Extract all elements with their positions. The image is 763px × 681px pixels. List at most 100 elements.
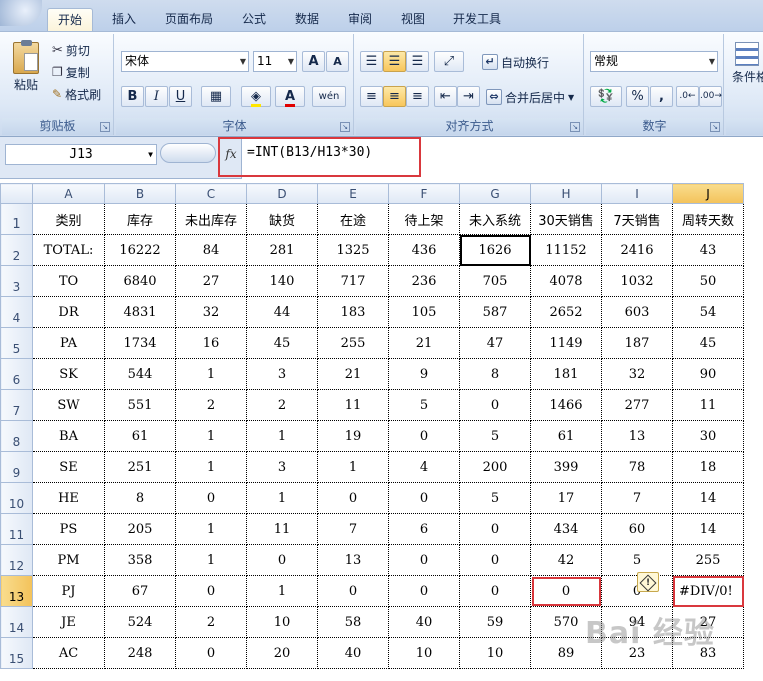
- data-cell[interactable]: 32: [601, 358, 673, 390]
- data-cell[interactable]: 544: [104, 358, 176, 390]
- row-header-13[interactable]: 13: [0, 575, 33, 607]
- data-cell[interactable]: 40: [388, 606, 460, 638]
- column-header-f[interactable]: F: [388, 183, 460, 204]
- shrink-font-button[interactable]: A: [326, 51, 349, 72]
- data-cell[interactable]: 1: [175, 544, 247, 576]
- column-header-c[interactable]: C: [175, 183, 247, 204]
- column-header-e[interactable]: E: [317, 183, 389, 204]
- row-header-14[interactable]: 14: [0, 606, 33, 638]
- data-cell[interactable]: 4831: [104, 296, 176, 328]
- font-launcher-icon[interactable]: ↘: [340, 122, 350, 132]
- increase-decimal-button[interactable]: .0←: [676, 86, 699, 107]
- fill-color-button[interactable]: ◈: [241, 86, 271, 107]
- error-smart-tag[interactable]: !: [637, 572, 659, 592]
- column-title-cell[interactable]: 库存: [104, 203, 176, 235]
- data-cell[interactable]: 1: [317, 451, 389, 483]
- data-cell[interactable]: 5: [601, 544, 673, 576]
- column-title-cell[interactable]: 周转天数: [672, 203, 744, 235]
- data-cell[interactable]: 248: [104, 637, 176, 669]
- borders-button[interactable]: ▦: [201, 86, 231, 107]
- data-cell[interactable]: 0: [388, 544, 460, 576]
- data-cell[interactable]: 0: [459, 389, 531, 421]
- tab-formulas[interactable]: 公式: [232, 8, 276, 31]
- data-cell[interactable]: 21: [317, 358, 389, 390]
- data-cell[interactable]: 4078: [530, 265, 602, 297]
- data-cell[interactable]: 0: [388, 482, 460, 514]
- data-cell[interactable]: 1: [175, 358, 247, 390]
- data-cell[interactable]: JE: [32, 606, 105, 638]
- name-box[interactable]: J13 ▼: [5, 144, 157, 165]
- tab-insert[interactable]: 插入: [100, 8, 148, 31]
- data-cell[interactable]: 1: [246, 420, 318, 452]
- row-header-6[interactable]: 6: [0, 358, 33, 390]
- column-title-cell[interactable]: 7天销售: [601, 203, 673, 235]
- data-cell[interactable]: 1: [175, 513, 247, 545]
- underline-button[interactable]: U: [169, 86, 192, 107]
- column-header-g[interactable]: G: [459, 183, 531, 204]
- grow-font-button[interactable]: A: [302, 51, 325, 72]
- format-painter-button[interactable]: ✎ 格式刷: [52, 84, 101, 104]
- office-button[interactable]: [0, 0, 42, 26]
- increase-indent-button[interactable]: ⇥: [457, 86, 480, 107]
- data-cell[interactable]: 1: [246, 482, 318, 514]
- bold-button[interactable]: B: [121, 86, 144, 107]
- data-cell[interactable]: 42: [530, 544, 602, 576]
- data-cell[interactable]: 20: [246, 637, 318, 669]
- italic-button[interactable]: I: [145, 86, 168, 107]
- data-cell[interactable]: PA: [32, 327, 105, 359]
- row-header-3[interactable]: 3: [0, 265, 33, 297]
- row-header-1[interactable]: 1: [0, 203, 33, 235]
- data-cell[interactable]: 399: [530, 451, 602, 483]
- data-cell[interactable]: 10: [246, 606, 318, 638]
- row-header-8[interactable]: 8: [0, 420, 33, 452]
- data-cell[interactable]: 1: [246, 575, 318, 607]
- data-cell[interactable]: 436: [388, 234, 460, 266]
- row-header-5[interactable]: 5: [0, 327, 33, 359]
- data-cell[interactable]: 45: [246, 327, 318, 359]
- data-cell[interactable]: 524: [104, 606, 176, 638]
- alignment-launcher-icon[interactable]: ↘: [570, 122, 580, 132]
- data-cell[interactable]: 2652: [530, 296, 602, 328]
- data-cell[interactable]: 0: [459, 575, 531, 607]
- data-cell[interactable]: 5: [459, 482, 531, 514]
- data-cell[interactable]: 6: [388, 513, 460, 545]
- column-title-cell[interactable]: 30天销售: [530, 203, 602, 235]
- tab-view[interactable]: 视图: [390, 8, 436, 31]
- data-cell[interactable]: 1032: [601, 265, 673, 297]
- row-header-11[interactable]: 11: [0, 513, 33, 545]
- data-cell[interactable]: 1466: [530, 389, 602, 421]
- data-cell[interactable]: 43: [672, 234, 744, 266]
- data-cell[interactable]: 67: [104, 575, 176, 607]
- column-header-d[interactable]: D: [246, 183, 318, 204]
- data-cell[interactable]: 50: [672, 265, 744, 297]
- column-title-cell[interactable]: 类别: [32, 203, 105, 235]
- data-cell[interactable]: 59: [459, 606, 531, 638]
- column-title-cell[interactable]: 待上架: [388, 203, 460, 235]
- data-cell[interactable]: 181: [530, 358, 602, 390]
- data-cell[interactable]: #DIV/0!: [672, 575, 744, 607]
- data-cell[interactable]: HE: [32, 482, 105, 514]
- font-name-combo[interactable]: 宋体 ▼: [121, 51, 249, 72]
- data-cell[interactable]: 54: [672, 296, 744, 328]
- row-header-4[interactable]: 4: [0, 296, 33, 328]
- data-cell[interactable]: 1149: [530, 327, 602, 359]
- column-header-j[interactable]: J: [672, 183, 744, 204]
- data-cell[interactable]: 16222: [104, 234, 176, 266]
- row-header-7[interactable]: 7: [0, 389, 33, 421]
- data-cell[interactable]: 78: [601, 451, 673, 483]
- data-cell[interactable]: 27: [175, 265, 247, 297]
- data-cell[interactable]: 0: [459, 544, 531, 576]
- column-header-i[interactable]: I: [601, 183, 673, 204]
- data-cell[interactable]: 717: [317, 265, 389, 297]
- data-cell[interactable]: 140: [246, 265, 318, 297]
- data-cell[interactable]: 0: [175, 482, 247, 514]
- data-cell[interactable]: 183: [317, 296, 389, 328]
- cut-button[interactable]: ✂ 剪切: [52, 40, 90, 60]
- data-cell[interactable]: 10: [388, 637, 460, 669]
- align-left-button[interactable]: ≡: [360, 86, 383, 107]
- data-cell[interactable]: 21: [388, 327, 460, 359]
- data-cell[interactable]: 1626: [459, 234, 531, 266]
- insert-function-button[interactable]: fx: [222, 145, 240, 163]
- align-middle-button[interactable]: ☰: [383, 51, 406, 72]
- data-cell[interactable]: 13: [601, 420, 673, 452]
